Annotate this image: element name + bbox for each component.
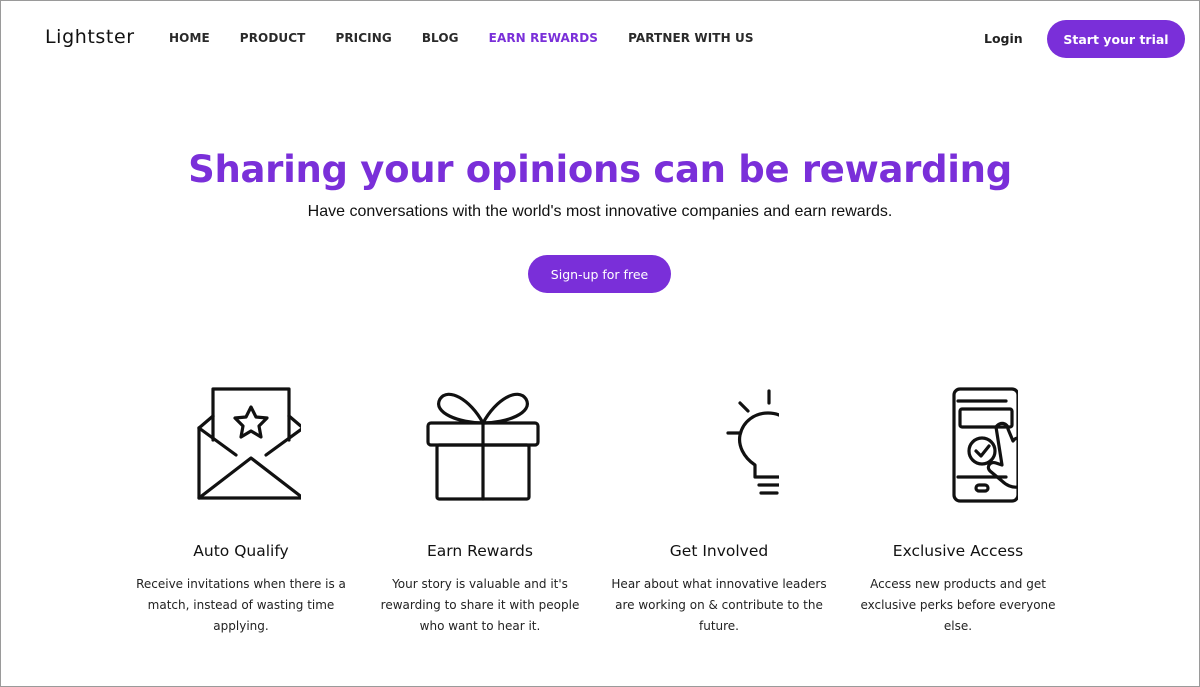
feature-description: Receive invitations when there is a matc…	[136, 577, 346, 633]
hero-title: Sharing your opinions can be rewarding	[188, 148, 1012, 191]
feature-description: Hear about what innovative leaders are w…	[611, 577, 827, 633]
nav-partner-with-us[interactable]: PARTNER WITH US	[628, 31, 754, 45]
site-header: Lightster HOME PRODUCT PRICING BLOG EARN…	[0, 0, 1200, 78]
start-trial-button[interactable]: Start your trial	[1047, 20, 1185, 58]
feature-description: Access new products and get exclusive pe…	[860, 577, 1056, 633]
feature-exclusive-access: Exclusive Access Access new products and…	[848, 385, 1068, 637]
nav-home[interactable]: HOME	[169, 31, 210, 45]
nav-product[interactable]: PRODUCT	[240, 31, 306, 45]
login-link[interactable]: Login	[984, 31, 1023, 46]
nav-pricing[interactable]: PRICING	[335, 31, 391, 45]
feature-earn-rewards: Earn Rewards Your story is valuable and …	[370, 385, 590, 637]
hero-subtitle: Have conversations with the world's most…	[307, 203, 893, 220]
feature-get-involved: Get Involved Hear about what innovative …	[609, 385, 829, 637]
nav-blog[interactable]: BLOG	[422, 31, 459, 45]
envelope-star-icon	[197, 387, 301, 500]
gift-icon	[426, 392, 540, 501]
nav-earn-rewards[interactable]: EARN REWARDS	[489, 31, 598, 45]
feature-title: Get Involved	[669, 542, 769, 560]
feature-title: Exclusive Access	[892, 542, 1024, 560]
feature-auto-qualify: Auto Qualify Receive invitations when th…	[131, 385, 351, 637]
main-nav: HOME PRODUCT PRICING BLOG EARN REWARDS P…	[169, 31, 784, 45]
lightbulb-icon	[726, 389, 779, 495]
logo[interactable]: Lightster	[45, 26, 135, 48]
feature-title: Auto Qualify	[193, 542, 289, 560]
feature-description: Your story is valuable and it's rewardin…	[380, 577, 580, 633]
signup-button[interactable]: Sign-up for free	[528, 255, 671, 293]
feature-title: Earn Rewards	[427, 542, 533, 560]
phone-tap-icon	[952, 387, 1018, 503]
